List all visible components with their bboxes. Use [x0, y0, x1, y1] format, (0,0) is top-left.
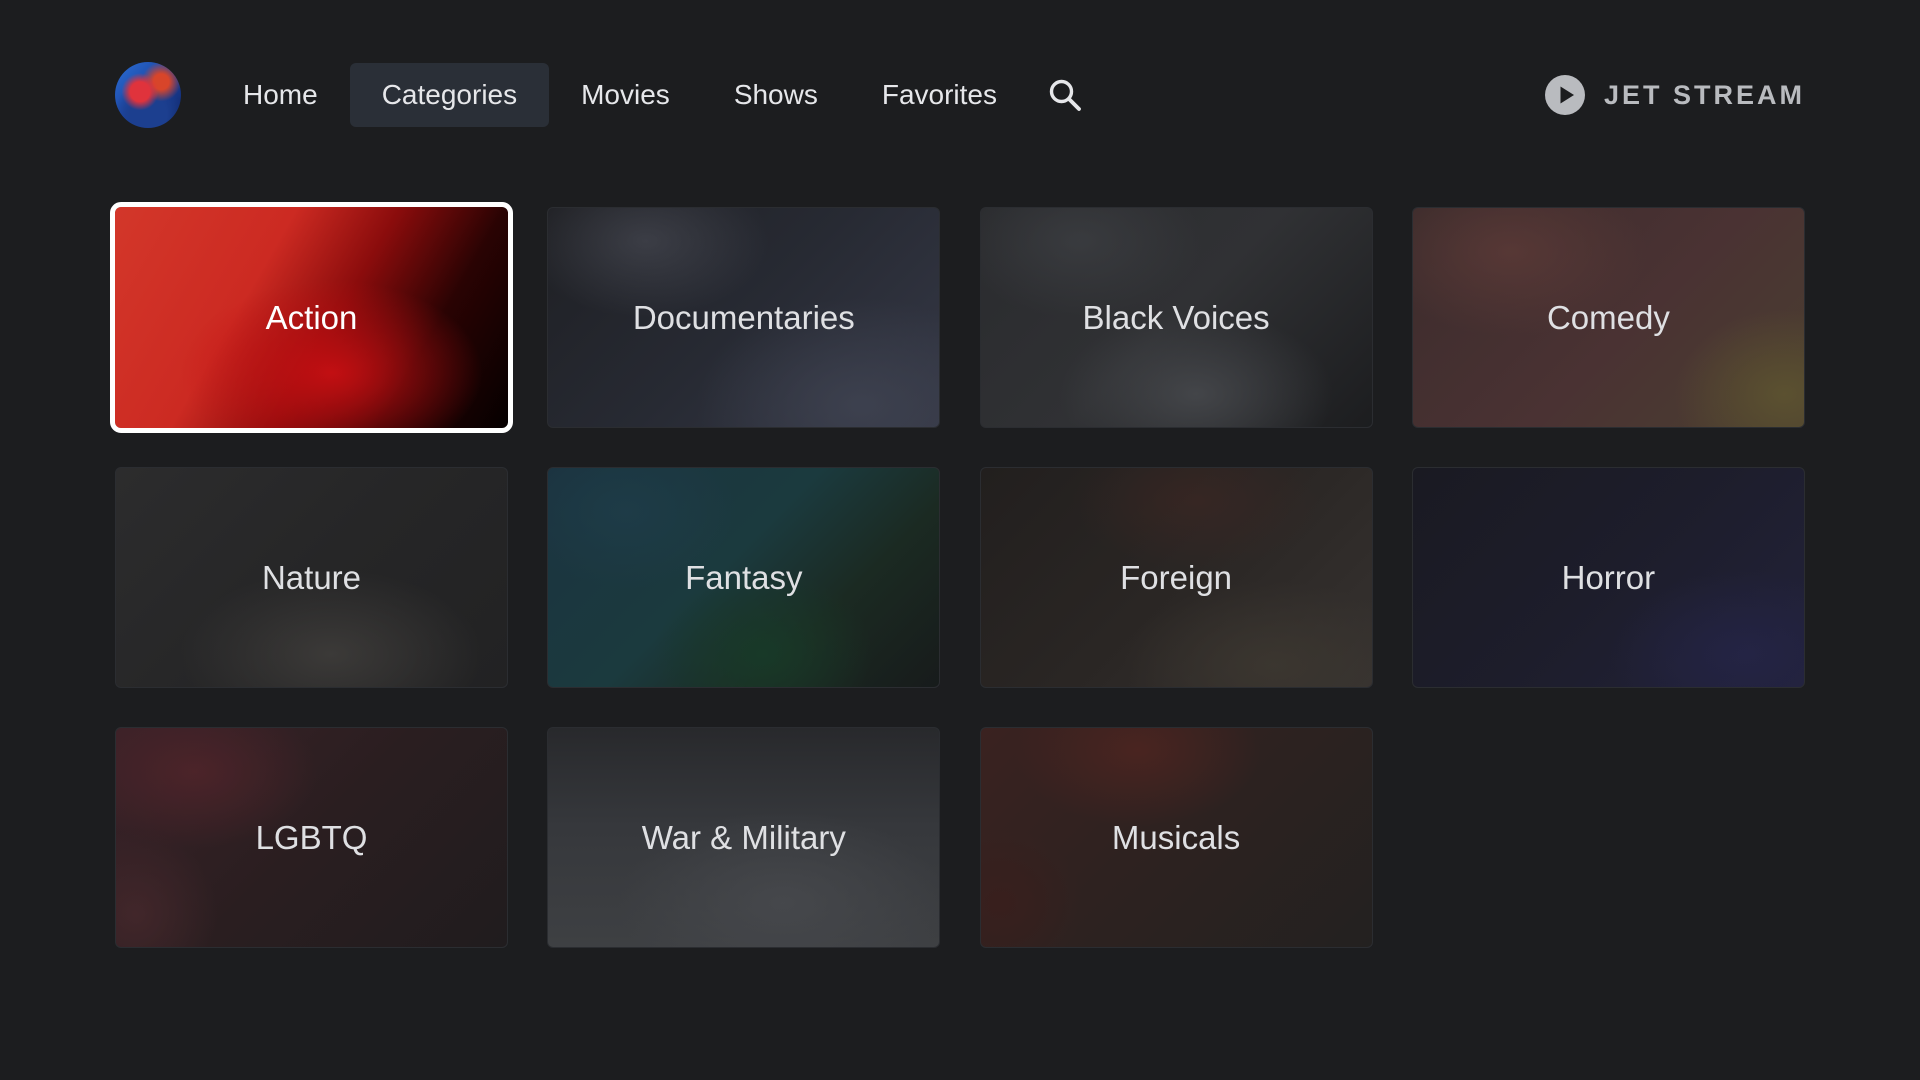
category-label: Foreign [1120, 558, 1233, 596]
category-label: Black Voices [1082, 298, 1270, 336]
category-tile-nature[interactable]: Nature [115, 467, 508, 688]
category-label: Fantasy [685, 558, 803, 596]
category-tile-war-military[interactable]: War & Military [547, 727, 941, 948]
category-label: Horror [1561, 558, 1656, 596]
nav-item-categories[interactable]: Categories [349, 63, 550, 127]
search-icon [1049, 79, 1081, 111]
nav-item-movies[interactable]: Movies [549, 63, 702, 127]
category-label: LGBTQ [255, 818, 368, 856]
category-tile-action[interactable]: Action [110, 202, 513, 433]
category-label: Nature [261, 558, 362, 596]
app-screen: Home Categories Movies Shows Favorites J… [0, 0, 1920, 1080]
category-tile-lgbtq[interactable]: LGBTQ [115, 727, 508, 948]
nav-item-home[interactable]: Home [211, 63, 350, 127]
category-label: War & Military [641, 818, 846, 856]
category-tile-documentaries[interactable]: Documentaries [547, 207, 941, 428]
top-navigation-bar: Home Categories Movies Shows Favorites J… [115, 62, 1805, 128]
search-button[interactable] [1033, 63, 1097, 127]
brand-name: JET STREAM [1603, 79, 1805, 110]
category-tile-black-voices[interactable]: Black Voices [979, 207, 1373, 428]
category-label: Documentaries [632, 298, 855, 336]
category-tile-fantasy[interactable]: Fantasy [547, 467, 941, 688]
category-tile-foreign[interactable]: Foreign [979, 467, 1373, 688]
user-avatar[interactable] [115, 62, 181, 128]
category-tile-horror[interactable]: Horror [1411, 467, 1805, 688]
category-tile-musicals[interactable]: Musicals [979, 727, 1373, 948]
nav-item-shows[interactable]: Shows [702, 63, 850, 127]
category-tile-comedy[interactable]: Comedy [1411, 207, 1805, 428]
main-nav: Home Categories Movies Shows Favorites [211, 63, 1097, 127]
brand-logo: JET STREAM [1544, 63, 1805, 127]
play-circle-icon [1544, 75, 1585, 115]
category-label: Musicals [1111, 818, 1241, 856]
categories-grid: Action Documentaries Black Voices Comedy… [110, 202, 1806, 948]
category-label: Action [265, 298, 358, 336]
nav-item-favorites[interactable]: Favorites [850, 63, 1029, 127]
category-label: Comedy [1546, 298, 1670, 336]
